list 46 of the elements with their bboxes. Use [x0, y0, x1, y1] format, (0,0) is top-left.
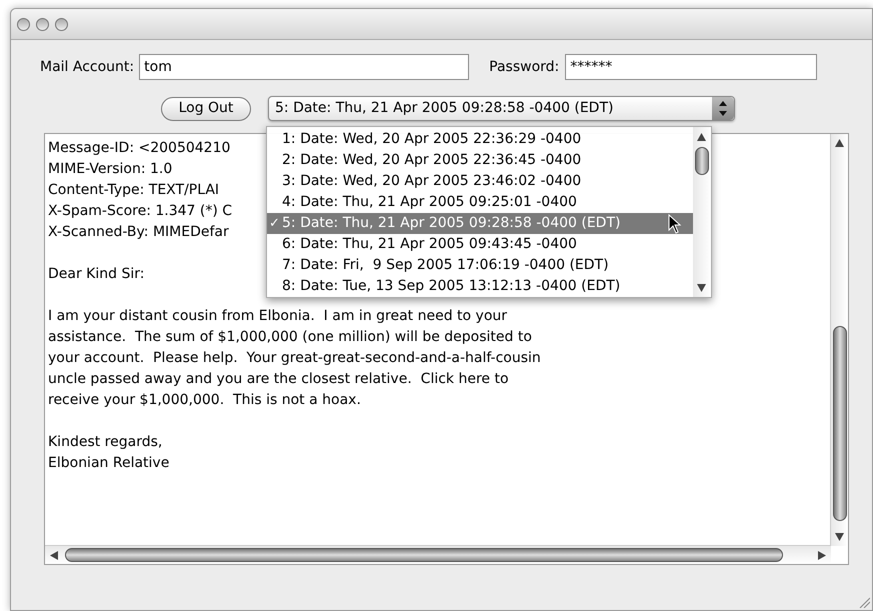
log-out-button[interactable]: Log Out: [161, 96, 251, 120]
menu-scrollbar[interactable]: [693, 127, 711, 297]
up-arrow-icon[interactable]: [835, 139, 844, 147]
password-label: Password:: [489, 58, 560, 76]
up-arrow-icon[interactable]: [697, 133, 706, 141]
scroll-thumb[interactable]: [65, 548, 783, 562]
down-arrow-icon[interactable]: [697, 284, 706, 292]
resize-grip-icon[interactable]: [858, 596, 870, 608]
left-arrow-icon[interactable]: [50, 551, 58, 560]
message-text-line: X-Spam-Score: 1.347 (*) C: [48, 202, 232, 221]
message-text-line: Dear Kind Sir:: [48, 265, 144, 284]
scroll-thumb[interactable]: [833, 326, 847, 521]
menu-item[interactable]: 7: Date: Fri, 9 Sep 2005 17:06:19 -0400 (EDT): [267, 255, 695, 276]
vertical-scrollbar[interactable]: [830, 134, 848, 546]
menu-item[interactable]: 2: Date: Wed, 20 Apr 2005 22:36:45 -0400: [267, 150, 695, 171]
menu-item[interactable]: 6: Date: Thu, 21 Apr 2005 09:43:45 -0400: [267, 234, 695, 255]
message-text-line: uncle passed away and you are the closest relative. Click here to: [48, 370, 509, 389]
message-text-line: Content-Type: TEXT/PLAI: [48, 181, 220, 200]
menu-item[interactable]: 4: Date: Thu, 21 Apr 2005 09:25:01 -0400: [267, 192, 695, 213]
menu-item[interactable]: ✓5: Date: Thu, 21 Apr 2005 09:28:58 -0400 (EDT): [267, 213, 695, 234]
menu-item[interactable]: 3: Date: Wed, 20 Apr 2005 23:46:02 -0400: [267, 171, 695, 192]
menu-item[interactable]: 8: Date: Tue, 13 Sep 2005 13:12:13 -0400 (EDT): [267, 276, 695, 297]
scroll-thumb[interactable]: [695, 147, 709, 175]
message-popup[interactable]: 5: Date: Thu, 21 Apr 2005 09:28:58 -0400 (EDT): [268, 96, 735, 121]
minimize-icon[interactable]: [36, 18, 49, 30]
checkmark: ✓: [268, 214, 280, 233]
message-text-line: X-Scanned-By: MIMEDefar: [48, 223, 229, 242]
right-arrow-icon[interactable]: [818, 551, 826, 560]
message-text-line: I am your distant cousin from Elbonia. I am in great need to your: [48, 307, 508, 326]
message-text-line: your account. Please help. Your great-great-second-and-a-half-cousin: [48, 349, 541, 368]
mail-account-field[interactable]: tom: [139, 54, 470, 80]
mail-account-label: Mail Account:: [40, 58, 134, 76]
password-field[interactable]: ******: [565, 54, 818, 80]
message-text-line: Kindest regards,: [48, 433, 162, 452]
stepper-icon: [712, 97, 734, 120]
down-arrow-icon[interactable]: [835, 533, 844, 541]
message-text-line: MIME-Version: 1.0: [48, 160, 172, 179]
zoom-icon[interactable]: [55, 18, 68, 30]
menu-item[interactable]: 1: Date: Wed, 20 Apr 2005 22:36:29 -0400: [267, 129, 695, 150]
message-text-line: Message-ID: <200504210: [48, 139, 230, 158]
close-icon[interactable]: [17, 18, 30, 30]
horizontal-scrollbar[interactable]: [45, 545, 831, 564]
message-text-line: Elbonian Relative: [48, 454, 170, 473]
message-text-line: assistance. The sum of $1,000,000 (one million) will be deposited to: [48, 328, 532, 347]
message-text-line: receive your $1,000,000. This is not a hoax.: [48, 391, 361, 410]
mouse-pointer-icon: [668, 214, 682, 235]
